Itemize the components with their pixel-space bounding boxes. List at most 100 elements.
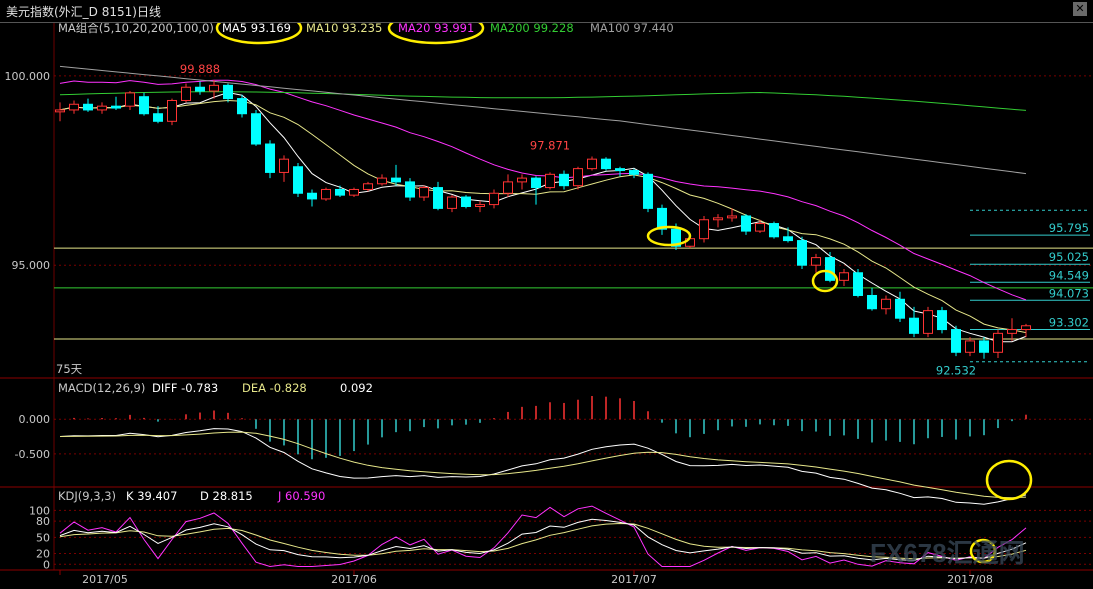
candle-body bbox=[223, 84, 233, 100]
candle-body bbox=[349, 188, 359, 196]
candle-body bbox=[979, 340, 989, 353]
level-label: 94.073 bbox=[1049, 286, 1089, 300]
candle-body bbox=[923, 310, 933, 334]
candle-body bbox=[363, 183, 373, 190]
ma-legend-ma20: MA20 93.991 bbox=[398, 21, 474, 35]
kdj-legend-item: D 28.815 bbox=[200, 489, 253, 503]
candle-body bbox=[867, 294, 877, 310]
candle-body bbox=[573, 168, 583, 187]
ma100-line bbox=[59, 65, 1027, 175]
candle-body bbox=[391, 177, 401, 183]
candle-body bbox=[755, 223, 765, 232]
candle-body bbox=[251, 113, 261, 145]
candle-body bbox=[83, 103, 93, 111]
candle-body bbox=[405, 181, 415, 198]
kdj-legend-item: K 39.407 bbox=[126, 489, 177, 503]
candle-body bbox=[139, 96, 149, 115]
candle-body bbox=[937, 310, 947, 331]
candle-body bbox=[335, 188, 345, 196]
macd-dea-line bbox=[59, 431, 1027, 499]
candle-body bbox=[1021, 325, 1031, 331]
candle-body bbox=[433, 187, 443, 209]
x-tick-label: 2017/07 bbox=[611, 573, 657, 586]
candle-body bbox=[615, 168, 625, 172]
window-title-bar: 美元指数(外汇_D 8151)日线 ✕ bbox=[0, 0, 1093, 23]
candle-body bbox=[307, 192, 317, 200]
candle-body bbox=[783, 236, 793, 242]
y-tick-label: 0 bbox=[43, 558, 50, 571]
level-label: 95.795 bbox=[1049, 221, 1089, 235]
candlesticks bbox=[55, 80, 1031, 359]
candle-body bbox=[321, 188, 331, 200]
candle-body bbox=[237, 98, 247, 115]
candle-body bbox=[881, 298, 891, 310]
candle-body bbox=[895, 298, 905, 319]
candle-body bbox=[195, 86, 205, 92]
candle-body bbox=[825, 257, 835, 281]
ma-legend-ma10: MA10 93.235 bbox=[306, 21, 382, 35]
price-annotation: 99.888 bbox=[180, 62, 220, 76]
ma10-line bbox=[59, 99, 1027, 334]
candle-body bbox=[209, 84, 219, 92]
candle-body bbox=[167, 99, 177, 122]
candle-body bbox=[97, 105, 107, 111]
candle-body bbox=[699, 219, 709, 240]
candle-body bbox=[531, 177, 541, 189]
kdj-title: KDJ(9,3,3) bbox=[58, 489, 116, 503]
highlight-ellipse-macd bbox=[985, 459, 1033, 501]
candle-body bbox=[559, 173, 569, 187]
x-tick-label: 2017/05 bbox=[82, 573, 128, 586]
candle-body bbox=[629, 170, 639, 175]
y-tick-label: 100.000 bbox=[5, 70, 51, 83]
candle-body bbox=[587, 158, 597, 170]
candle-body bbox=[839, 272, 849, 281]
close-icon[interactable]: ✕ bbox=[1073, 2, 1087, 16]
candle-body bbox=[503, 181, 513, 194]
candle-body bbox=[419, 187, 429, 198]
candle-body bbox=[713, 217, 723, 221]
x-tick-label: 2017/06 bbox=[331, 573, 377, 586]
y-tick-label: 0.000 bbox=[19, 413, 51, 426]
axis-labels: 100.000 95.000 99.888 97.871 92.532 MA组合(5,10… bbox=[5, 21, 993, 586]
candle-body bbox=[153, 113, 163, 122]
price-annotation: 97.871 bbox=[530, 138, 570, 152]
y-tick-label: -0.500 bbox=[15, 448, 50, 461]
candle-body bbox=[811, 257, 821, 266]
candle-body bbox=[993, 332, 1003, 353]
candle-body bbox=[489, 192, 499, 206]
candle-body bbox=[461, 196, 471, 207]
candle-body bbox=[293, 166, 303, 194]
macd-title: MACD(12,26,9) bbox=[58, 381, 145, 395]
candle-body bbox=[853, 272, 863, 296]
candle-body bbox=[643, 173, 653, 209]
x-tick-label: 2017/08 bbox=[947, 573, 993, 586]
candle-body bbox=[797, 240, 807, 266]
window-title: 美元指数(外汇_D 8151)日线 bbox=[6, 5, 161, 19]
candle-body bbox=[517, 177, 527, 183]
level-label: 93.302 bbox=[1049, 315, 1089, 329]
candle-body bbox=[475, 204, 485, 207]
candle-body bbox=[727, 215, 737, 219]
candle-body bbox=[951, 329, 961, 353]
candle-body bbox=[55, 109, 65, 113]
ma-legend-title: MA组合(5,10,20,200,100,0) bbox=[58, 21, 214, 35]
candle-body bbox=[601, 158, 611, 170]
candle-body bbox=[1007, 329, 1017, 334]
price-chart: 95.795 95.025 94.549 94.073 93.302 100.000 95… bbox=[0, 11, 1093, 586]
candle-body bbox=[181, 86, 191, 101]
candle-body bbox=[965, 340, 975, 353]
price-annotation: 92.532 bbox=[936, 364, 976, 378]
candle-body bbox=[741, 215, 751, 232]
period-label: 75天 bbox=[56, 362, 83, 376]
candle-body bbox=[377, 177, 387, 185]
candle-body bbox=[545, 173, 555, 189]
candle-body bbox=[447, 196, 457, 209]
y-tick-label: 80 bbox=[36, 515, 50, 528]
y-tick-label: 50 bbox=[36, 531, 50, 544]
candle-body bbox=[265, 143, 275, 173]
ma-legend-ma200: MA200 99.228 bbox=[490, 21, 574, 35]
ma-legend-ma5: MA5 93.169 bbox=[222, 21, 291, 35]
macd-legend-item: 0.092 bbox=[340, 381, 373, 395]
macd-legend-item: DEA -0.828 bbox=[242, 381, 307, 395]
kdj-legend-item: J 60.590 bbox=[277, 489, 325, 503]
